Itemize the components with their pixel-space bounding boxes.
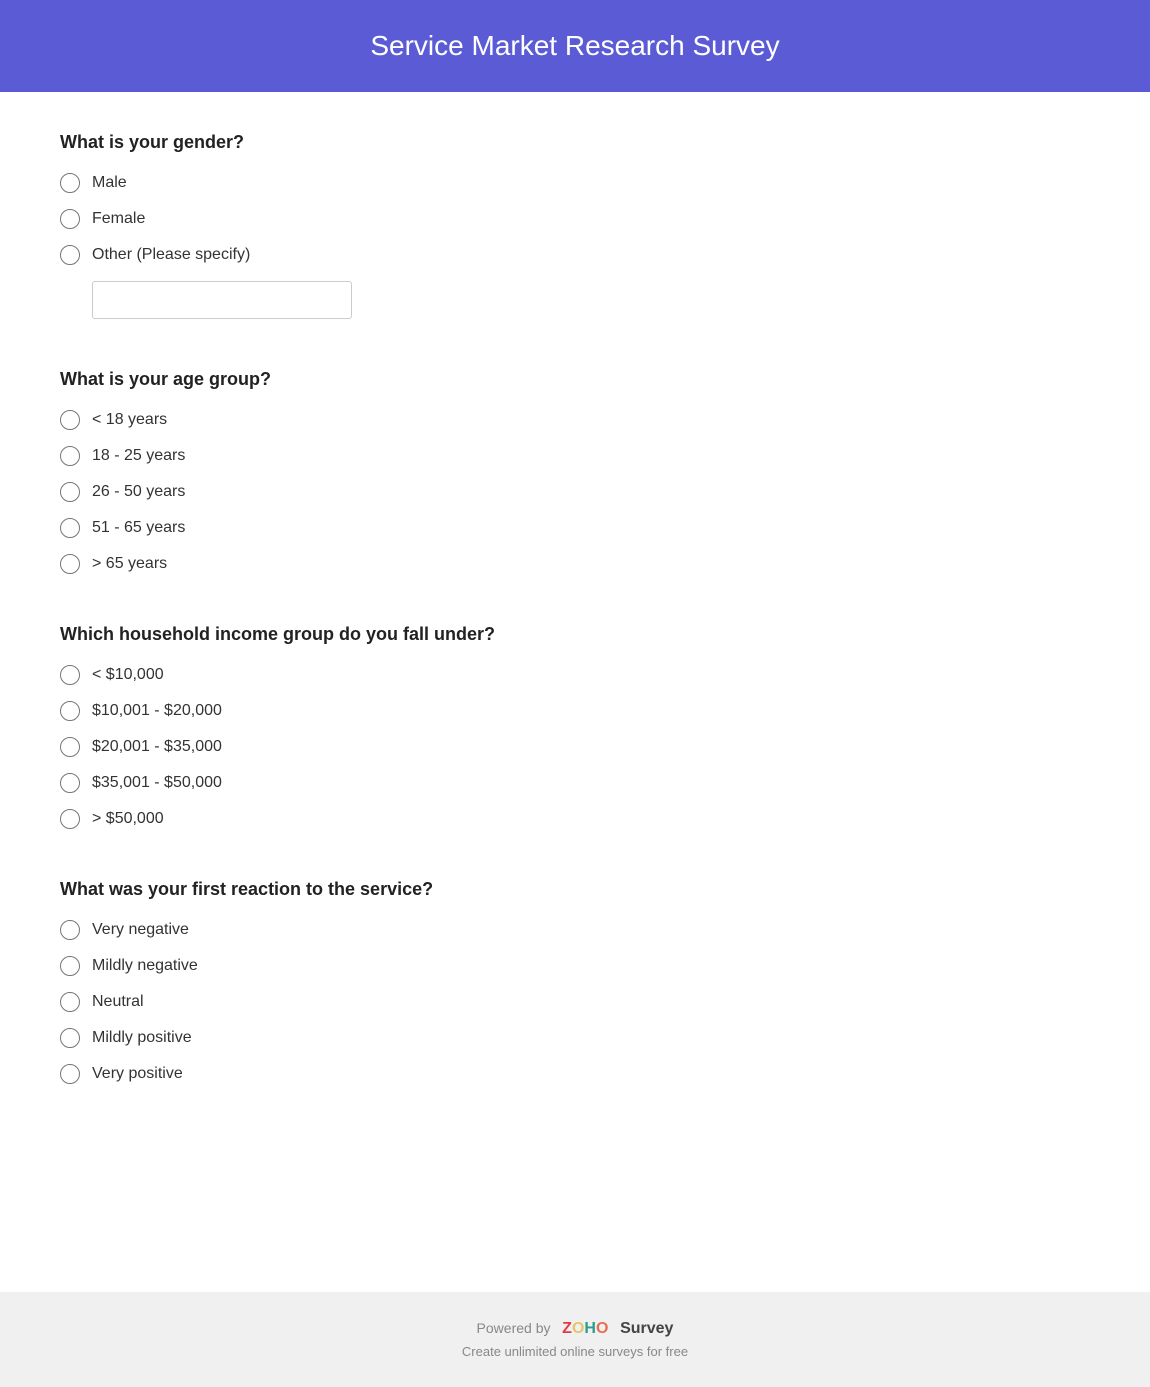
zoho-z: Z bbox=[562, 1320, 572, 1338]
radio-label-income-1: $10,001 - $20,000 bbox=[92, 702, 222, 720]
radio-option-age_group-3[interactable]: 51 - 65 years bbox=[60, 518, 1090, 538]
radio-input-age_group-0[interactable] bbox=[60, 410, 80, 430]
zoho-h: H bbox=[584, 1320, 596, 1338]
radio-option-income-0[interactable]: < $10,000 bbox=[60, 665, 1090, 685]
radio-input-gender-0[interactable] bbox=[60, 173, 80, 193]
question-title-age_group: What is your age group? bbox=[60, 369, 1090, 390]
radio-option-age_group-0[interactable]: < 18 years bbox=[60, 410, 1090, 430]
radio-input-age_group-2[interactable] bbox=[60, 482, 80, 502]
question-block-age_group: What is your age group? < 18 years 18 - 25… bbox=[60, 369, 1090, 574]
radio-option-reaction-1[interactable]: Mildly negative bbox=[60, 956, 1090, 976]
radio-option-age_group-4[interactable]: > 65 years bbox=[60, 554, 1090, 574]
footer-tagline: Create unlimited online surveys for free bbox=[20, 1344, 1130, 1359]
radio-input-reaction-2[interactable] bbox=[60, 992, 80, 1012]
question-block-income: Which household income group do you fall… bbox=[60, 624, 1090, 829]
radio-label-age_group-4: > 65 years bbox=[92, 555, 167, 573]
radio-option-income-4[interactable]: > $50,000 bbox=[60, 809, 1090, 829]
radio-label-income-4: > $50,000 bbox=[92, 810, 164, 828]
radio-label-reaction-0: Very negative bbox=[92, 921, 189, 939]
radio-label-income-3: $35,001 - $50,000 bbox=[92, 774, 222, 792]
radio-input-income-1[interactable] bbox=[60, 701, 80, 721]
radio-label-income-0: < $10,000 bbox=[92, 666, 164, 684]
radio-option-age_group-2[interactable]: 26 - 50 years bbox=[60, 482, 1090, 502]
radio-label-gender-0: Male bbox=[92, 174, 127, 192]
radio-option-gender-1[interactable]: Female bbox=[60, 209, 1090, 229]
radio-option-reaction-3[interactable]: Mildly positive bbox=[60, 1028, 1090, 1048]
radio-input-reaction-4[interactable] bbox=[60, 1064, 80, 1084]
footer: Powered by ZOHO Survey Create unlimited … bbox=[0, 1292, 1150, 1387]
question-block-reaction: What was your first reaction to the serv… bbox=[60, 879, 1090, 1084]
radio-label-reaction-2: Neutral bbox=[92, 993, 144, 1011]
zoho-logo: ZOHO bbox=[562, 1320, 608, 1338]
radio-input-income-0[interactable] bbox=[60, 665, 80, 685]
survey-body: What is your gender? Male Female Other (Ple… bbox=[0, 92, 1150, 1292]
radio-label-reaction-3: Mildly positive bbox=[92, 1029, 192, 1047]
other-specify-input[interactable] bbox=[92, 281, 352, 319]
question-block-gender: What is your gender? Male Female Other (Ple… bbox=[60, 132, 1090, 319]
radio-label-income-2: $20,001 - $35,000 bbox=[92, 738, 222, 756]
radio-option-gender-0[interactable]: Male bbox=[60, 173, 1090, 193]
radio-option-reaction-0[interactable]: Very negative bbox=[60, 920, 1090, 940]
radio-option-income-3[interactable]: $35,001 - $50,000 bbox=[60, 773, 1090, 793]
radio-label-gender-1: Female bbox=[92, 210, 145, 228]
radio-input-reaction-1[interactable] bbox=[60, 956, 80, 976]
radio-label-age_group-2: 26 - 50 years bbox=[92, 483, 185, 501]
radio-label-age_group-1: 18 - 25 years bbox=[92, 447, 185, 465]
radio-option-income-1[interactable]: $10,001 - $20,000 bbox=[60, 701, 1090, 721]
radio-option-reaction-2[interactable]: Neutral bbox=[60, 992, 1090, 1012]
zoho-o1: O bbox=[572, 1320, 584, 1338]
radio-label-reaction-1: Mildly negative bbox=[92, 957, 198, 975]
survey-label-text: Survey bbox=[620, 1320, 673, 1337]
radio-input-income-4[interactable] bbox=[60, 809, 80, 829]
footer-powered-line: Powered by ZOHO Survey bbox=[20, 1320, 1130, 1338]
radio-input-income-3[interactable] bbox=[60, 773, 80, 793]
radio-input-age_group-4[interactable] bbox=[60, 554, 80, 574]
radio-input-reaction-3[interactable] bbox=[60, 1028, 80, 1048]
radio-label-age_group-3: 51 - 65 years bbox=[92, 519, 185, 537]
radio-label-gender-2: Other (Please specify) bbox=[92, 246, 250, 264]
header: Service Market Research Survey bbox=[0, 0, 1150, 92]
radio-option-income-2[interactable]: $20,001 - $35,000 bbox=[60, 737, 1090, 757]
zoho-o2: O bbox=[596, 1320, 608, 1338]
radio-option-age_group-1[interactable]: 18 - 25 years bbox=[60, 446, 1090, 466]
page-title: Service Market Research Survey bbox=[20, 30, 1130, 62]
radio-label-reaction-4: Very positive bbox=[92, 1065, 183, 1083]
radio-option-gender-2[interactable]: Other (Please specify) bbox=[60, 245, 1090, 265]
powered-by-text: Powered by bbox=[477, 1320, 551, 1336]
question-title-income: Which household income group do you fall… bbox=[60, 624, 1090, 645]
radio-input-reaction-0[interactable] bbox=[60, 920, 80, 940]
radio-input-income-2[interactable] bbox=[60, 737, 80, 757]
radio-label-age_group-0: < 18 years bbox=[92, 411, 167, 429]
radio-input-gender-2[interactable] bbox=[60, 245, 80, 265]
question-title-reaction: What was your first reaction to the serv… bbox=[60, 879, 1090, 900]
radio-input-age_group-1[interactable] bbox=[60, 446, 80, 466]
radio-input-gender-1[interactable] bbox=[60, 209, 80, 229]
question-title-gender: What is your gender? bbox=[60, 132, 1090, 153]
radio-option-reaction-4[interactable]: Very positive bbox=[60, 1064, 1090, 1084]
radio-input-age_group-3[interactable] bbox=[60, 518, 80, 538]
